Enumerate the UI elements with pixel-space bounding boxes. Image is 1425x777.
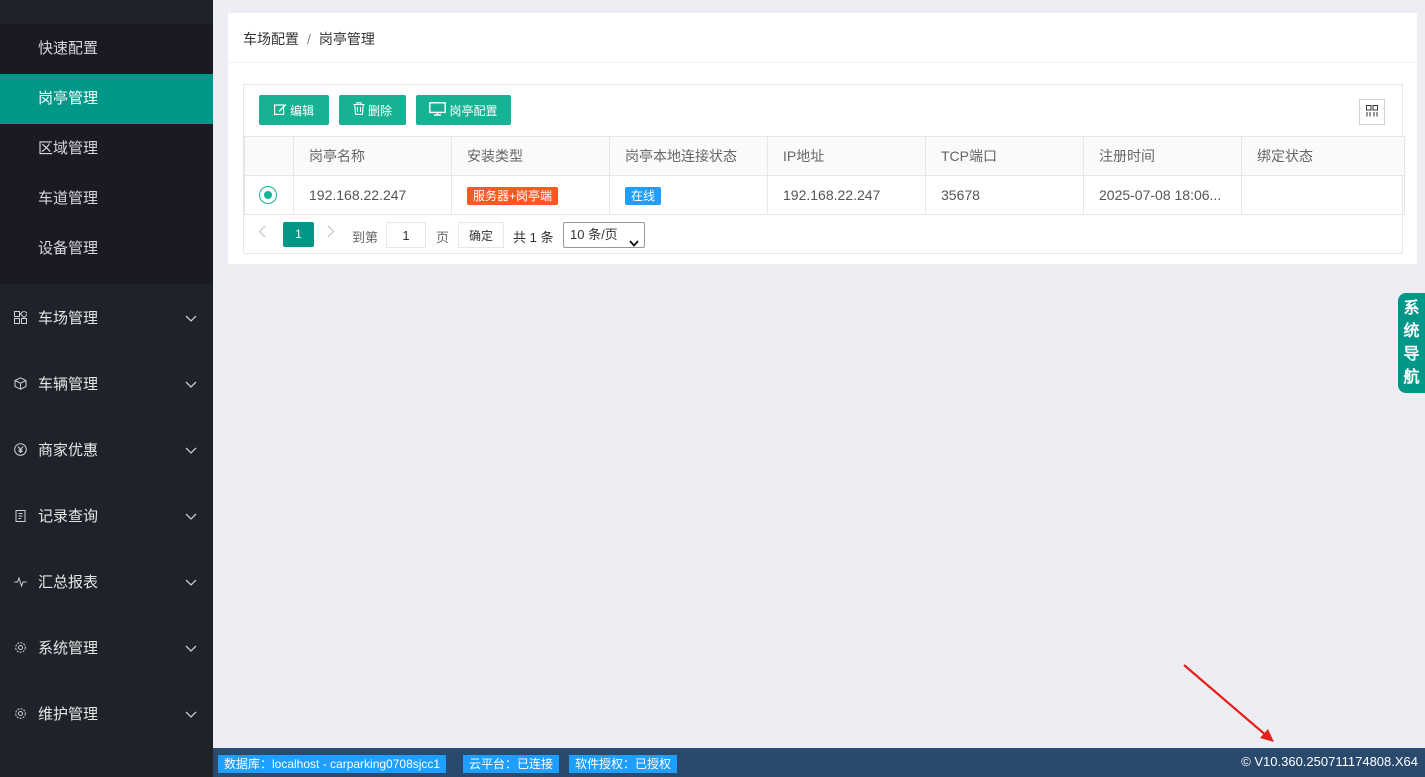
sidebar-group-parking[interactable]: 车场管理 (0, 284, 213, 350)
chevron-down-icon (185, 508, 197, 525)
cell-conn-status: 在线 (609, 175, 768, 215)
row-radio[interactable] (259, 186, 277, 204)
page-label: 页 (436, 230, 450, 245)
system-nav-char: 统 (1403, 323, 1420, 340)
next-page-icon[interactable] (327, 225, 335, 241)
chevron-down-icon (185, 640, 197, 657)
sidebar-group-label: 汇总报表 (38, 573, 99, 591)
goto-page-input[interactable]: 1 (386, 222, 426, 248)
cell-install-type: 服务器+岗亭端 (451, 175, 610, 215)
license-badge: 软件授权：已授权 (569, 755, 678, 773)
edit-icon (273, 103, 287, 118)
sidebar-group-label: 车辆管理 (38, 375, 99, 393)
version-label: © V10.360.250711174808.X64 (1241, 754, 1418, 769)
column-filter-button[interactable] (1359, 99, 1385, 125)
monitor-icon (429, 101, 447, 119)
sidebar-group-label: 维护管理 (38, 705, 99, 723)
cell-reg-time: 2025-07-08 18:06... (1083, 175, 1242, 215)
goto-confirm-button[interactable]: 确定 (458, 222, 504, 248)
database-badge: 数据库：localhost - carparking0708sjcc1 (218, 755, 447, 773)
red-arrow-annotation (1183, 664, 1274, 742)
prev-page-icon[interactable] (258, 225, 266, 241)
sidebar-group-label: 记录查询 (38, 507, 99, 525)
chevron-down-icon (185, 376, 197, 393)
sidebar-group-label: 车场管理 (38, 309, 99, 327)
chevron-down-icon (185, 442, 197, 459)
sidebar-item-device-management[interactable]: 设备管理 (0, 224, 213, 274)
status-footer: 数据库：localhost - carparking0708sjcc1 云平台：… (213, 748, 1425, 777)
yen-icon (12, 441, 28, 457)
system-nav-button[interactable]: 系 统 导 航 (1398, 293, 1425, 393)
chevron-down-icon (185, 706, 197, 723)
status-badge: 在线 (625, 186, 662, 205)
table-row[interactable]: 192.168.22.247 服务器+岗亭端 在线 192.168.22.247… (244, 175, 1405, 215)
sidebar-group-vehicle[interactable]: 车辆管理 (0, 350, 213, 416)
sidebar-group-records[interactable]: 记录查询 (0, 482, 213, 548)
table-header-conn-status[interactable]: 岗亭本地连接状态 (609, 136, 768, 176)
pulse-icon (12, 573, 28, 589)
delete-button[interactable]: 删除 (339, 95, 406, 125)
system-nav-char: 系 (1403, 300, 1420, 317)
clipboard-icon (12, 507, 28, 523)
total-count: 共 1 条 (513, 230, 554, 245)
page-size-value: 10 条/页 (570, 227, 618, 242)
table-header-reg-time[interactable]: 注册时间 (1083, 136, 1242, 176)
sidebar-submenu: 快速配置 岗亭管理 区域管理 车道管理 设备管理 (0, 24, 213, 284)
row-select-cell (244, 175, 294, 215)
chevron-down-icon (185, 310, 197, 327)
sidebar-group-merchant[interactable]: 商家优惠 (0, 416, 213, 482)
main-panel: 车场配置 / 岗亭管理 编辑 删除 岗亭配置 岗亭名称 安装类型 岗亭本地连接状… (228, 13, 1417, 264)
cube-icon (12, 375, 28, 391)
cell-ip: 192.168.22.247 (767, 175, 926, 215)
breadcrumb: 车场配置 / 岗亭管理 (228, 13, 1417, 63)
chevron-down-icon (629, 231, 639, 255)
sidebar-group-label: 商家优惠 (38, 441, 99, 459)
sidebar-group-system[interactable]: 系统管理 (0, 614, 213, 680)
booth-config-button[interactable]: 岗亭配置 (416, 95, 511, 125)
chevron-down-icon (185, 574, 197, 591)
current-page[interactable]: 1 (283, 222, 314, 247)
cell-booth-name: 192.168.22.247 (293, 175, 452, 215)
goto-label: 到第 (352, 230, 379, 245)
sidebar-item-booth-management[interactable]: 岗亭管理 (0, 74, 213, 124)
table-header-row: 岗亭名称 安装类型 岗亭本地连接状态 IP地址 TCP端口 注册时间 绑定状态 (244, 136, 1405, 176)
breadcrumb-current: 岗亭管理 (318, 31, 375, 47)
pagination: 1 到第 1 页 确定 共 1 条 10 条/页 (244, 215, 1402, 254)
booth-table: 岗亭名称 安装类型 岗亭本地连接状态 IP地址 TCP端口 注册时间 绑定状态 … (244, 136, 1405, 215)
grid-icon (12, 309, 28, 325)
cell-bind-status (1241, 175, 1405, 215)
sidebar: 快速配置 岗亭管理 区域管理 车道管理 设备管理 车场管理 车辆管理 商家优惠 … (0, 0, 213, 777)
cell-tcp-port: 35678 (925, 175, 1084, 215)
install-type-badge: 服务器+岗亭端 (467, 186, 559, 205)
gear-icon (12, 705, 28, 721)
sidebar-item-lane-management[interactable]: 车道管理 (0, 174, 213, 224)
cloud-status-badge: 云平台：已连接 (463, 755, 560, 773)
table-header-select (244, 136, 294, 176)
booth-table-card: 编辑 删除 岗亭配置 岗亭名称 安装类型 岗亭本地连接状态 IP地址 TCP端口… (243, 84, 1405, 254)
system-nav-char: 航 (1403, 369, 1420, 386)
edit-button-label: 编辑 (289, 103, 314, 118)
breadcrumb-separator: / (307, 31, 311, 47)
table-header-ip[interactable]: IP地址 (767, 136, 926, 176)
sidebar-group-maintenance[interactable]: 维护管理 (0, 680, 213, 746)
booth-config-button-label: 岗亭配置 (449, 103, 498, 118)
sidebar-item-quick-config[interactable]: 快速配置 (0, 24, 213, 74)
table-header-install-type[interactable]: 安装类型 (451, 136, 610, 176)
breadcrumb-parent[interactable]: 车场配置 (243, 31, 299, 47)
trash-icon (353, 102, 365, 118)
delete-button-label: 删除 (367, 103, 392, 118)
table-toolbar: 编辑 删除 岗亭配置 (244, 85, 1402, 136)
table-header-tcp-port[interactable]: TCP端口 (925, 136, 1084, 176)
table-header-bind-status[interactable]: 绑定状态 (1241, 136, 1405, 176)
sidebar-item-area-management[interactable]: 区域管理 (0, 124, 213, 174)
sidebar-group-label: 系统管理 (38, 639, 99, 657)
page-size-select[interactable]: 10 条/页 (563, 222, 645, 248)
table-header-booth-name[interactable]: 岗亭名称 (293, 136, 452, 176)
gear-icon (12, 639, 28, 655)
columns-icon (1366, 104, 1378, 120)
system-nav-char: 导 (1403, 346, 1420, 363)
sidebar-group-reports[interactable]: 汇总报表 (0, 548, 213, 614)
edit-button[interactable]: 编辑 (259, 95, 329, 125)
